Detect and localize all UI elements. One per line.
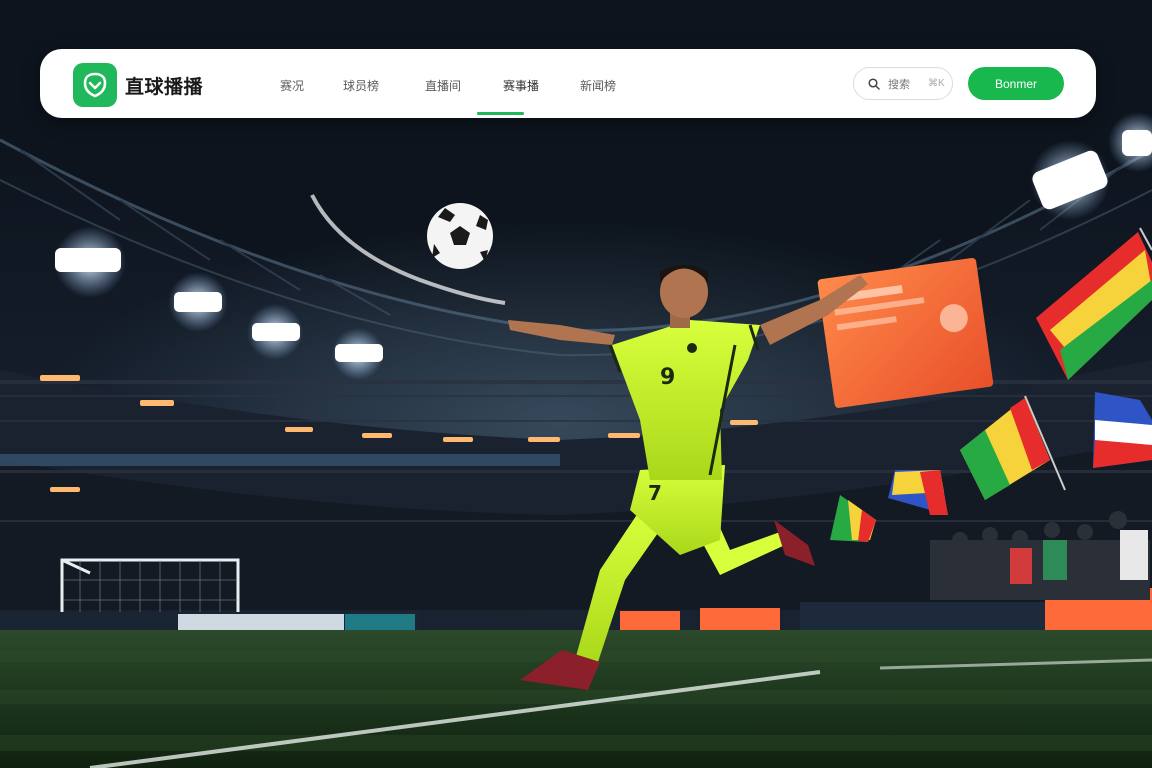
cta-button[interactable]: Bonmer [968, 67, 1064, 100]
app-logo-text[interactable]: 直球播播 [125, 72, 203, 99]
top-navbar: 直球播播 赛况 球员榜 直播间 赛事播 新闻榜 搜索 ⌘K Bonmer [40, 49, 1096, 118]
search-placeholder: 搜索 [888, 78, 910, 91]
soccer-ball [427, 203, 493, 269]
jersey-number: 9 [660, 365, 675, 390]
search-input[interactable]: 搜索 ⌘K [853, 67, 953, 100]
app-logo-icon[interactable] [73, 63, 117, 107]
nav-item-2[interactable]: 球员榜 [343, 77, 379, 94]
shorts-number: 7 [648, 481, 662, 505]
heart-shield-icon [83, 72, 107, 98]
nav-active-indicator [477, 112, 524, 115]
nav-item-5[interactable]: 新闻榜 [580, 77, 616, 94]
nav-item-3[interactable]: 直播间 [425, 77, 461, 94]
nav-item-4-active[interactable]: 赛事播 [503, 77, 539, 94]
search-shortcut: ⌘K [928, 78, 945, 89]
nav-item-1[interactable]: 赛况 [280, 77, 304, 94]
search-icon [868, 77, 880, 90]
